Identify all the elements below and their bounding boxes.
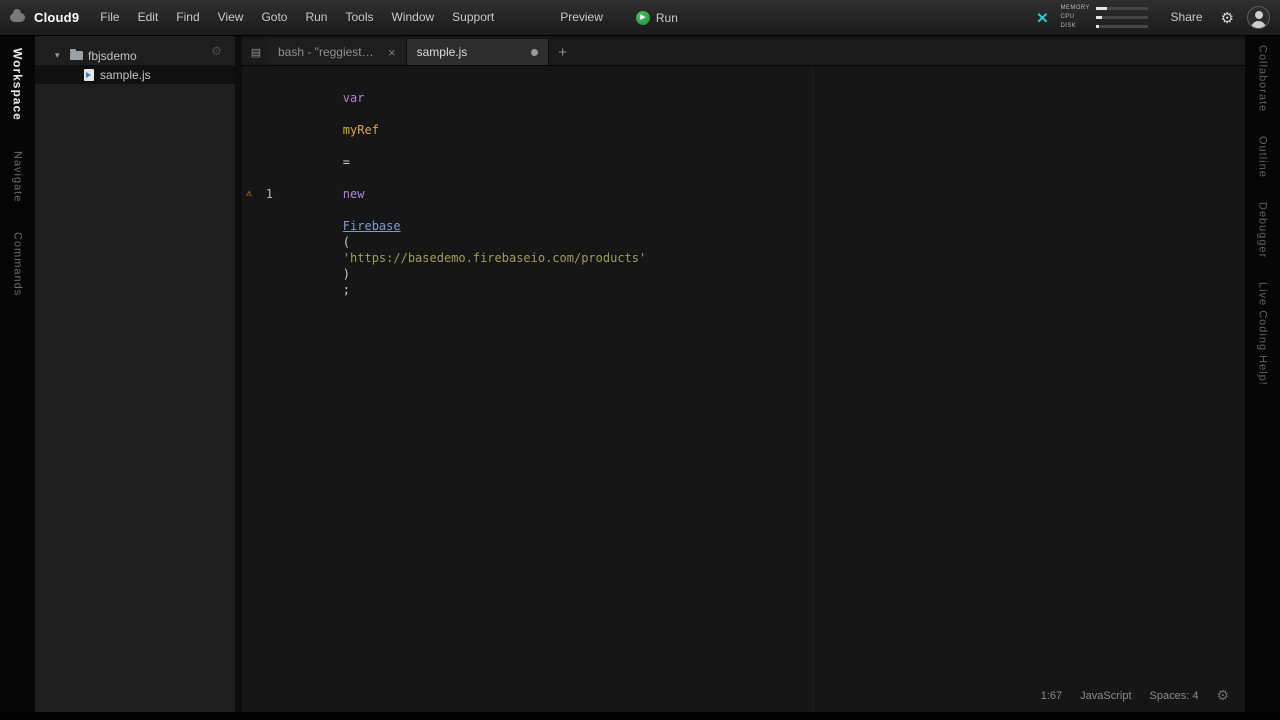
tree-file-samplejs[interactable]: sample.js bbox=[35, 65, 235, 84]
stat-memory: MEMORY bbox=[1061, 5, 1148, 12]
tab-samplejs[interactable]: sample.js bbox=[406, 39, 549, 65]
run-label: Run bbox=[655, 10, 678, 25]
tree-folder-fbjsdemo[interactable]: ▾ fbjsdemo bbox=[35, 46, 235, 65]
stat-disk: DISK bbox=[1061, 23, 1148, 30]
file-tree: ⚙ ▾ fbjsdemo sample.js bbox=[35, 36, 235, 712]
memory-bar bbox=[1095, 7, 1148, 10]
rail-tab-debugger[interactable]: Debugger bbox=[1257, 202, 1269, 258]
cursor-position[interactable]: 1:67 bbox=[1041, 690, 1062, 702]
app-logo[interactable]: Cloud9 bbox=[34, 10, 79, 25]
cpu-bar bbox=[1095, 16, 1148, 19]
menu-tools[interactable]: Tools bbox=[336, 0, 382, 35]
cpu-bar-fill bbox=[1095, 16, 1102, 19]
cloud-icon bbox=[10, 9, 25, 22]
stat-cpu: CPU bbox=[1061, 14, 1148, 21]
editor-region: ▤ bash - "reggiesteppa" × sample.js + ⚠ … bbox=[242, 36, 1245, 712]
play-icon: ▶ bbox=[635, 10, 650, 25]
new-tab-button[interactable]: + bbox=[549, 39, 577, 65]
code-editor[interactable]: ⚠ 1 var myRef = new Firebase ( 'https://… bbox=[242, 66, 1245, 712]
left-rail: Workspace Navigate Commands bbox=[0, 36, 35, 712]
code-text: var myRef = new Firebase ( 'https://base… bbox=[280, 74, 646, 314]
menu-view[interactable]: View bbox=[209, 0, 253, 35]
stat-disk-label: DISK bbox=[1060, 23, 1077, 29]
close-tab-icon[interactable]: × bbox=[388, 46, 396, 59]
token-function-firebase: Firebase bbox=[342, 219, 401, 233]
menu-file[interactable]: File bbox=[91, 0, 128, 35]
stat-memory-label: MEMORY bbox=[1060, 5, 1090, 11]
token-string-url: 'https://basedemo.firebaseio.com/product… bbox=[342, 251, 647, 265]
statusbar: 1:67 JavaScript Spaces: 4 ⚙ bbox=[1041, 687, 1229, 704]
disk-bar bbox=[1095, 25, 1148, 28]
rail-tab-collaborate[interactable]: Collaborate bbox=[1257, 45, 1269, 112]
stat-cpu-label: CPU bbox=[1060, 14, 1075, 20]
js-file-icon bbox=[84, 68, 94, 81]
language-mode[interactable]: JavaScript bbox=[1080, 690, 1131, 702]
token-semicolon: ; bbox=[342, 283, 351, 297]
menu-run[interactable]: Run bbox=[296, 0, 336, 35]
tab-label: bash - "reggiesteppa" bbox=[278, 45, 380, 59]
token-paren-close: ) bbox=[342, 267, 351, 281]
menu-find[interactable]: Find bbox=[167, 0, 208, 35]
token-paren-open: ( bbox=[342, 235, 351, 249]
menu-goto[interactable]: Goto bbox=[252, 0, 296, 35]
tab-list-icon[interactable]: ▤ bbox=[244, 39, 268, 65]
collab-icon[interactable]: ✕ bbox=[1036, 9, 1049, 26]
rail-tab-commands[interactable]: Commands bbox=[12, 232, 24, 296]
token-keyword-new: new bbox=[342, 187, 365, 201]
token-variable-myref: myRef bbox=[342, 123, 379, 137]
menu-window[interactable]: Window bbox=[382, 0, 443, 35]
right-rail: Collaborate Outline Debugger Live Coding… bbox=[1245, 36, 1280, 712]
share-button[interactable]: Share bbox=[1162, 0, 1212, 35]
indent-setting[interactable]: Spaces: 4 bbox=[1150, 690, 1199, 702]
menu-edit[interactable]: Edit bbox=[129, 0, 168, 35]
panel-splitter[interactable] bbox=[235, 36, 242, 712]
folder-icon bbox=[70, 49, 83, 60]
line-number: 1 bbox=[265, 187, 273, 201]
token-operator-equals: = bbox=[342, 155, 351, 169]
tree-settings-icon[interactable]: ⚙ bbox=[211, 44, 222, 58]
run-button[interactable]: ▶ Run bbox=[628, 10, 686, 25]
user-avatar[interactable] bbox=[1247, 6, 1270, 29]
statusbar-gear-icon[interactable]: ⚙ bbox=[1216, 687, 1229, 704]
rail-tab-navigate[interactable]: Navigate bbox=[12, 151, 24, 202]
tab-label: sample.js bbox=[416, 45, 468, 59]
disclosure-triangle-icon[interactable]: ▾ bbox=[55, 50, 65, 61]
modified-dot-icon bbox=[530, 48, 538, 56]
memory-bar-fill bbox=[1095, 7, 1107, 10]
file-label: sample.js bbox=[100, 67, 151, 82]
token-keyword-var: var bbox=[342, 91, 365, 105]
rail-tab-outline[interactable]: Outline bbox=[1257, 136, 1269, 178]
code-line-1: ⚠ 1 var myRef = new Firebase ( 'https://… bbox=[242, 74, 1245, 314]
tab-bash-terminal[interactable]: bash - "reggiesteppa" × bbox=[268, 39, 407, 65]
editor-tabbar: ▤ bash - "reggiesteppa" × sample.js + bbox=[242, 39, 1245, 66]
preview-button[interactable]: Preview bbox=[551, 0, 612, 35]
settings-gear-icon[interactable]: ⚙ bbox=[1221, 9, 1234, 27]
menubar: Cloud9 File Edit Find View Goto Run Tool… bbox=[0, 0, 1280, 36]
disk-bar-fill bbox=[1095, 25, 1100, 28]
menu-support[interactable]: Support bbox=[443, 0, 503, 35]
gutter[interactable]: ⚠ 1 bbox=[242, 74, 280, 314]
rail-tab-workspace[interactable]: Workspace bbox=[11, 48, 25, 121]
warning-icon[interactable]: ⚠ bbox=[246, 186, 252, 202]
rail-tab-live-coding-help[interactable]: Live Coding Help! bbox=[1257, 282, 1269, 386]
folder-label: fbjsdemo bbox=[88, 48, 137, 63]
resource-stats[interactable]: MEMORY CPU DISK bbox=[1061, 5, 1148, 30]
